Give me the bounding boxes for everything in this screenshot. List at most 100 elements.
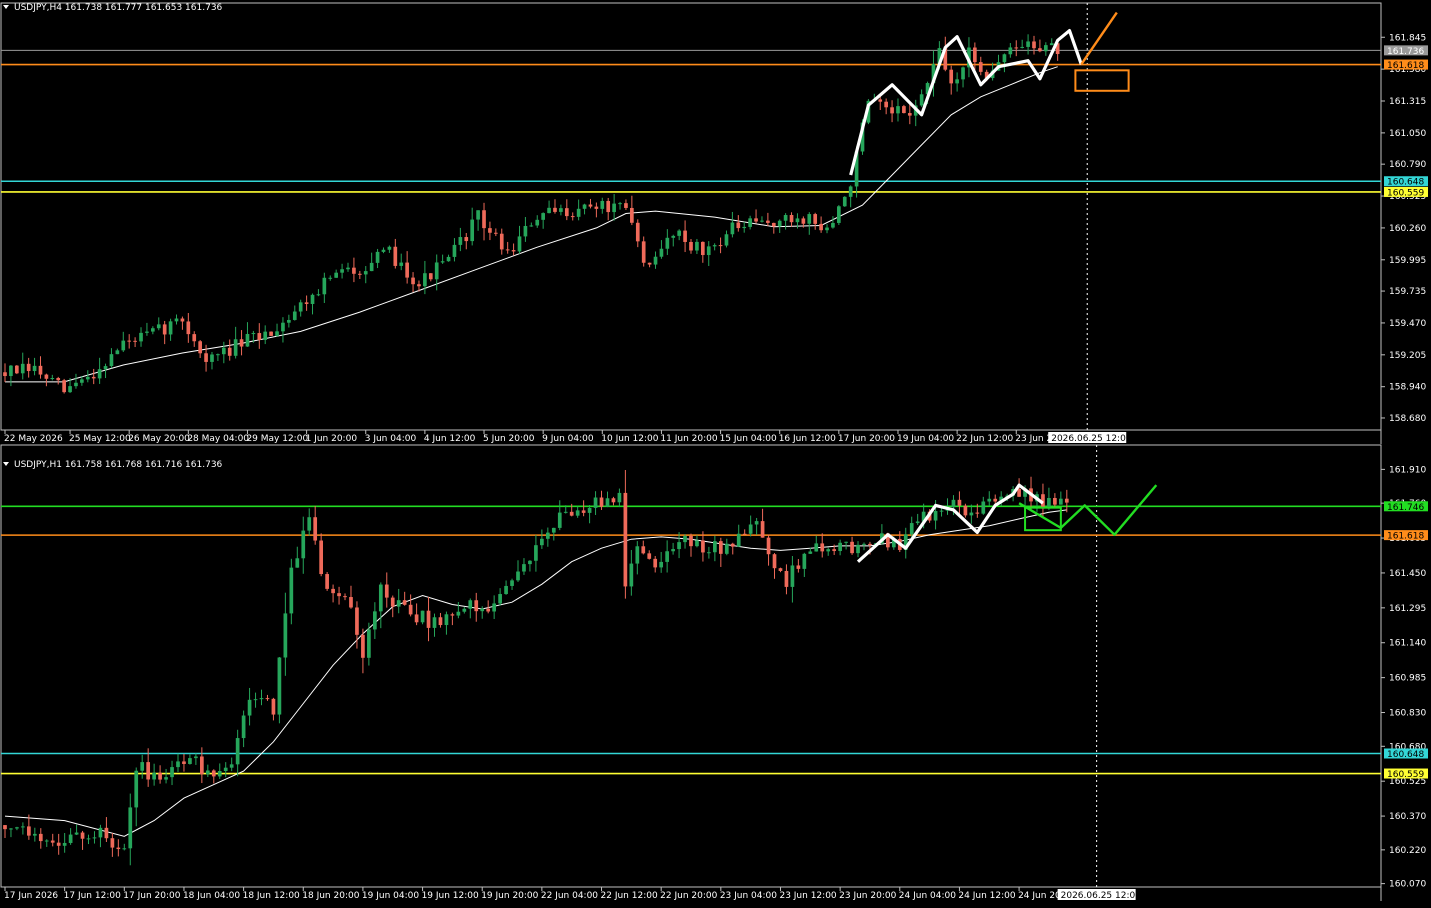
candle-body <box>587 507 592 513</box>
candle-body <box>426 610 431 628</box>
candle-body <box>372 611 377 630</box>
candle-body <box>292 311 297 320</box>
candle-body <box>862 543 866 545</box>
candle-body <box>408 604 413 615</box>
candle-body <box>396 600 401 607</box>
candle-body <box>349 597 353 608</box>
candle-body <box>599 497 604 507</box>
candle-body <box>405 262 409 278</box>
candle-body <box>263 331 268 340</box>
h4-candle[interactable] <box>837 205 841 226</box>
h4-x-tick-label: 17 Jun 20:00 <box>838 434 895 444</box>
candle-body <box>198 341 202 354</box>
candle-body <box>289 567 294 614</box>
candle-body <box>517 236 522 252</box>
candle-body <box>511 250 516 252</box>
candle-body <box>74 832 79 835</box>
candle-body <box>62 380 66 393</box>
candle-body <box>32 833 37 836</box>
candle-body <box>38 365 43 375</box>
candle-body <box>563 511 568 513</box>
candle-body <box>139 332 143 342</box>
candle-body <box>259 698 264 700</box>
candle-body <box>450 614 455 616</box>
h1-x-tick-label: 19 Jun 20:00 <box>481 891 538 901</box>
h1-x-tick-label: 17 Jun 20:00 <box>123 891 180 901</box>
candle-body <box>807 214 812 224</box>
candle-body <box>814 543 819 552</box>
candle-body <box>417 284 421 287</box>
candle-body <box>582 204 587 209</box>
candle-body <box>128 807 133 849</box>
candle-body <box>428 273 433 280</box>
candle-body <box>145 331 149 333</box>
h4-candle[interactable] <box>62 378 66 394</box>
h1-x-tick-label: 23 Jun 20:00 <box>839 891 896 901</box>
h4-level-tag-label: 160.648 <box>1387 178 1424 188</box>
candle-body <box>182 761 186 764</box>
candle-body <box>15 827 19 829</box>
candle-body <box>402 600 407 605</box>
candle-body <box>1049 43 1054 46</box>
candle-body <box>777 220 782 227</box>
candle-body <box>434 262 439 280</box>
candle-body <box>665 551 669 562</box>
h1-candle[interactable] <box>325 572 329 591</box>
candle-body <box>116 847 121 850</box>
candle-body <box>1032 41 1036 49</box>
candle-body <box>151 328 155 332</box>
candle-body <box>205 770 210 775</box>
h1-level-tag-label: 161.618 <box>1387 532 1424 542</box>
h4-candle[interactable] <box>14 365 19 375</box>
candle-body <box>104 827 109 839</box>
h1-candle[interactable] <box>277 657 282 724</box>
candle-body <box>44 840 49 842</box>
candle-body <box>352 267 356 274</box>
candle-body <box>38 833 43 842</box>
candle-body <box>606 200 611 213</box>
h1-y-tick-label: 160.985 <box>1389 674 1426 684</box>
candle-body <box>551 527 556 533</box>
candle-body <box>837 206 841 223</box>
candle-body <box>848 186 853 197</box>
candle-body <box>915 521 920 524</box>
candle-body <box>695 540 699 547</box>
candle-body <box>701 540 705 553</box>
candle-body <box>494 232 498 234</box>
h4-level-tag-label: 161.736 <box>1387 47 1424 57</box>
candle-body <box>235 738 240 765</box>
h4-x-tick-label: 22 Jun 12:00 <box>956 434 1013 444</box>
candle-body <box>557 512 562 528</box>
h4-candle[interactable] <box>902 104 906 114</box>
candle-body <box>387 246 392 250</box>
h1-candle[interactable] <box>420 610 425 625</box>
candle-body <box>3 372 7 377</box>
candle-body <box>127 340 132 342</box>
h1-x-tick-label: 24 Jun 04:00 <box>899 891 956 901</box>
candle-body <box>659 561 664 568</box>
candle-body <box>665 237 670 249</box>
h4-x-tick-label: 19 Jun 04:00 <box>897 434 954 444</box>
candle-body <box>343 596 347 598</box>
candle-body <box>973 47 977 63</box>
h1-x-tick-label: 17 Jun 12:00 <box>64 891 121 901</box>
candle-body <box>522 564 526 572</box>
candle-body <box>109 354 114 367</box>
h4-candle[interactable] <box>269 331 273 336</box>
h4-candle[interactable] <box>842 196 847 207</box>
candle-body <box>581 510 586 513</box>
h1-x-tick-label: 23 Jun 04:00 <box>720 891 777 901</box>
candle-body <box>594 206 599 209</box>
candle-body <box>748 218 752 227</box>
candle-body <box>718 541 723 554</box>
candle-body <box>363 271 368 275</box>
candle-body <box>790 565 795 587</box>
h1-x-tick-label: 19 Jun 12:00 <box>422 891 479 901</box>
candle-body <box>375 251 380 263</box>
candle-body <box>909 523 914 535</box>
candle-body <box>523 225 528 237</box>
h4-y-tick-label: 160.260 <box>1389 224 1426 234</box>
candle-body <box>176 761 180 768</box>
candle-body <box>1017 489 1021 497</box>
candle-body <box>322 277 327 295</box>
